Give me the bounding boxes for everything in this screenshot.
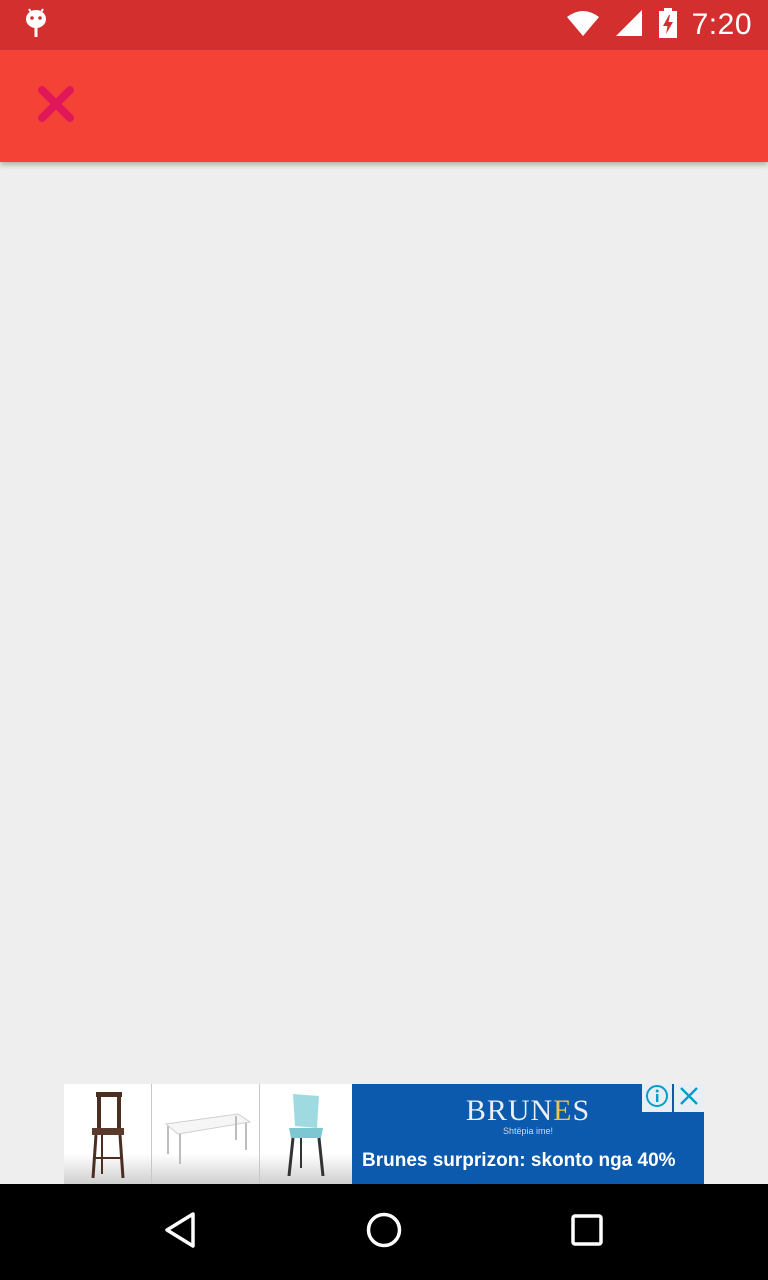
wifi-icon [566,9,600,42]
navigation-bar [0,1184,768,1280]
ad-headline: Brunes surprizon: skonto nga 40% [362,1150,676,1171]
android-icon [22,7,50,44]
screen: 7:20 BRUNES Shtëpia ime! Brunes surprizo… [0,0,768,1280]
info-icon [645,1084,669,1113]
home-button[interactable] [336,1184,432,1280]
ad-text-panel: BRUNES Shtëpia ime! Brunes surprizon: sk… [352,1084,704,1184]
ad-brand-suffix: S [572,1094,591,1127]
content-area [0,162,768,1084]
status-icons: 7:20 [566,7,752,43]
home-icon [364,1210,404,1255]
ad-tagline: Shtëpia ime! [502,1126,554,1136]
ad-product-bar-stool [64,1084,152,1184]
close-button[interactable] [26,76,86,136]
ad-brand-prefix: BRUN [465,1094,554,1127]
ad-choices [642,1084,704,1112]
ad-close-button[interactable] [674,1084,704,1112]
toolbar [0,50,768,162]
ad-product-transparent-chair [260,1084,352,1184]
status-bar: 7:20 [0,0,768,50]
ad-banner[interactable]: BRUNES Shtëpia ime! Brunes surprizon: sk… [64,1084,704,1184]
ad-brand-accent: E [553,1094,573,1127]
close-icon [678,1085,700,1112]
close-icon [36,84,76,129]
recents-button[interactable] [539,1184,635,1280]
signal-icon [614,9,644,42]
recents-icon [567,1210,607,1255]
back-icon [161,1210,201,1255]
back-button[interactable] [133,1184,229,1280]
ad-product-white-table [152,1084,260,1184]
battery-charging-icon [658,7,678,43]
status-time: 7:20 [691,8,752,41]
ad-info-button[interactable] [642,1084,672,1112]
